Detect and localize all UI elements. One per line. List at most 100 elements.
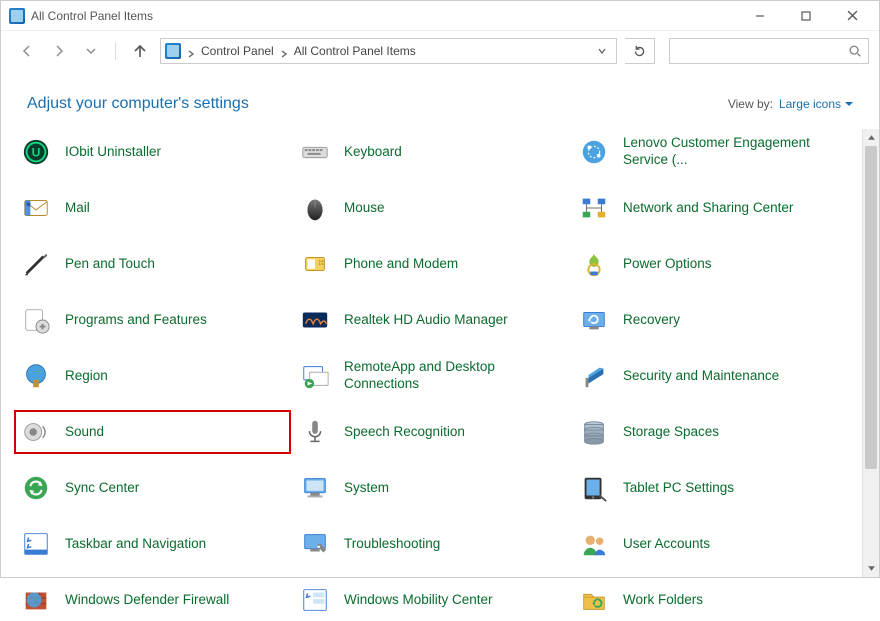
cpl-item-realtek-hd[interactable]: Realtek HD Audio Manager (294, 299, 569, 341)
separator (115, 42, 116, 60)
users-icon (577, 527, 611, 561)
item-label: Realtek HD Audio Manager (344, 312, 508, 329)
recent-dropdown-icon[interactable] (79, 39, 103, 63)
minimize-button[interactable] (737, 1, 783, 31)
keyboard-icon (298, 135, 332, 169)
refresh-button[interactable] (625, 38, 655, 64)
item-label: Programs and Features (65, 312, 207, 329)
cpl-item-troubleshooting[interactable]: Troubleshooting (294, 523, 569, 565)
viewby-value: Large icons (779, 97, 841, 111)
speech-icon (298, 415, 332, 449)
item-label: Taskbar and Navigation (65, 536, 206, 553)
firewall-icon (19, 583, 53, 617)
cpl-item-work-folders[interactable]: Work Folders (573, 579, 848, 621)
forward-button[interactable] (47, 39, 71, 63)
item-label: Speech Recognition (344, 424, 465, 441)
chevron-down-icon (845, 100, 853, 108)
lenovo-icon (577, 135, 611, 169)
up-button[interactable] (128, 39, 152, 63)
cpl-item-network-sharing[interactable]: Network and Sharing Center (573, 187, 848, 229)
scroll-up-icon[interactable] (863, 129, 879, 146)
item-label: Lenovo Customer Engagement Service (... (623, 135, 844, 169)
breadcrumb-all-items[interactable]: All Control Panel Items (294, 44, 416, 58)
cpl-item-sound[interactable]: Sound (15, 411, 290, 453)
mouse-icon (298, 191, 332, 225)
viewby-dropdown[interactable]: Large icons (779, 97, 853, 111)
scroll-down-icon[interactable] (863, 560, 879, 577)
item-label: Region (65, 368, 108, 385)
cpl-item-mobility-center[interactable]: Windows Mobility Center (294, 579, 569, 621)
cpl-item-power-options[interactable]: Power Options (573, 243, 848, 285)
sync-icon (19, 471, 53, 505)
iobit-icon: U (19, 135, 53, 169)
item-label: Storage Spaces (623, 424, 719, 441)
cpl-item-defender-firewall[interactable]: Windows Defender Firewall (15, 579, 290, 621)
address-bar[interactable]: Control Panel All Control Panel Items (160, 38, 617, 64)
svg-text:U: U (32, 146, 41, 160)
cpl-item-mouse[interactable]: Mouse (294, 187, 569, 229)
cpl-item-programs-features[interactable]: Programs and Features (15, 299, 290, 341)
sound-icon (19, 415, 53, 449)
breadcrumb-control-panel[interactable]: Control Panel (201, 44, 274, 58)
cpl-item-region[interactable]: Region (15, 355, 290, 397)
troubleshoot-icon (298, 527, 332, 561)
item-label: Windows Defender Firewall (65, 592, 229, 609)
item-label: Power Options (623, 256, 712, 273)
cpl-item-tablet-pc[interactable]: Tablet PC Settings (573, 467, 848, 509)
mobility-icon (298, 583, 332, 617)
cpl-item-system[interactable]: System (294, 467, 569, 509)
tablet-icon (577, 471, 611, 505)
power-icon (577, 247, 611, 281)
search-icon (848, 44, 862, 58)
cpl-item-taskbar-nav[interactable]: Taskbar and Navigation (15, 523, 290, 565)
cpl-item-phone-modem[interactable]: Phone and Modem (294, 243, 569, 285)
maximize-button[interactable] (783, 1, 829, 31)
scroll-thumb[interactable] (865, 146, 877, 469)
item-label: Troubleshooting (344, 536, 440, 553)
remoteapp-icon (298, 359, 332, 393)
item-label: Pen and Touch (65, 256, 155, 273)
cpl-item-pen-touch[interactable]: Pen and Touch (15, 243, 290, 285)
item-label: Sound (65, 424, 104, 441)
realtek-icon (298, 303, 332, 337)
item-label: Recovery (623, 312, 680, 329)
item-label: Network and Sharing Center (623, 200, 793, 217)
cpl-item-recovery[interactable]: Recovery (573, 299, 848, 341)
close-button[interactable] (829, 1, 875, 31)
item-label: User Accounts (623, 536, 710, 553)
item-label: RemoteApp and Desktop Connections (344, 359, 565, 393)
recovery-icon (577, 303, 611, 337)
item-label: Windows Mobility Center (344, 592, 493, 609)
cpl-item-keyboard[interactable]: Keyboard (294, 131, 569, 173)
cpl-item-sync-center[interactable]: Sync Center (15, 467, 290, 509)
item-label: Sync Center (65, 480, 139, 497)
taskbar-icon (19, 527, 53, 561)
item-label: Tablet PC Settings (623, 480, 734, 497)
chevron-right-icon (187, 47, 195, 55)
control-panel-icon (165, 43, 181, 59)
cpl-item-user-accounts[interactable]: User Accounts (573, 523, 848, 565)
search-input[interactable] (669, 38, 869, 64)
cpl-item-speech-recognition[interactable]: Speech Recognition (294, 411, 569, 453)
cpl-item-mail[interactable]: Mail (15, 187, 290, 229)
subheader: Adjust your computer's settings View by:… (1, 71, 879, 131)
cpl-item-storage-spaces[interactable]: Storage Spaces (573, 411, 848, 453)
address-dropdown-icon[interactable] (592, 39, 612, 63)
pen-icon (19, 247, 53, 281)
network-icon (577, 191, 611, 225)
scroll-track[interactable] (863, 146, 879, 560)
cpl-item-security-maintenance[interactable]: Security and Maintenance (573, 355, 848, 397)
programs-icon (19, 303, 53, 337)
cpl-item-remoteapp[interactable]: RemoteApp and Desktop Connections (294, 355, 569, 397)
scrollbar[interactable] (862, 129, 879, 577)
cpl-item-lenovo-customer[interactable]: Lenovo Customer Engagement Service (... (573, 131, 848, 173)
chevron-right-icon (280, 47, 288, 55)
viewby-label: View by: (728, 97, 773, 111)
back-button[interactable] (15, 39, 39, 63)
cpl-item-iobit-uninstaller[interactable]: UIObit Uninstaller (15, 131, 290, 173)
items-grid: UIObit UninstallerKeyboard Lenovo Custome… (1, 129, 862, 577)
item-label: Mouse (344, 200, 385, 217)
navigation-bar: Control Panel All Control Panel Items (1, 31, 879, 71)
item-label: Phone and Modem (344, 256, 458, 273)
item-label: Work Folders (623, 592, 703, 609)
